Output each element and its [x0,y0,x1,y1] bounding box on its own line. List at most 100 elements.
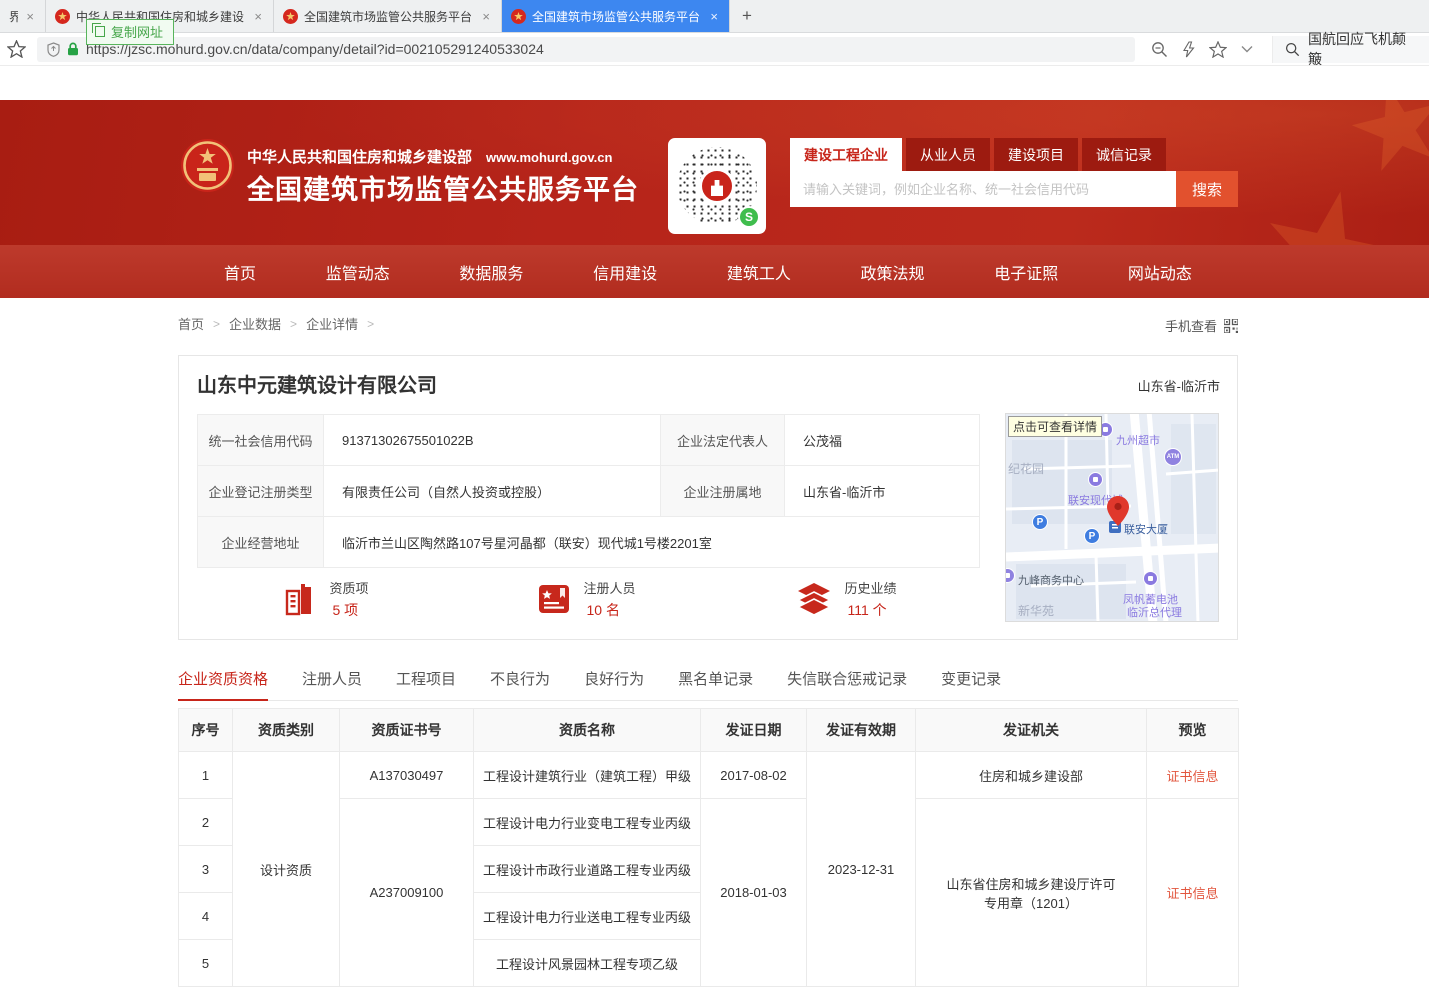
tab-good-behavior[interactable]: 良好行为 [584,668,644,689]
stat-value[interactable]: 111 个 [844,600,896,620]
new-tab-button[interactable]: + [730,0,764,32]
browser-tab-jzsc-1[interactable]: 全国建筑市场监管公共服务平台 × [274,0,502,32]
tab-label: 界 [9,8,18,25]
breadcrumb-company-detail[interactable]: 企业详情 [306,314,358,333]
tab-close-icon[interactable]: × [708,9,720,24]
search-tab-credit[interactable]: 诚信记录 [1082,138,1166,171]
nav-item-home[interactable]: 首页 [224,260,256,284]
stat-history-performance: 历史业绩 111 个 [717,578,977,620]
tab-registered-personnel[interactable]: 注册人员 [302,668,362,689]
tab-close-icon[interactable]: × [252,9,264,24]
field-value: 91371302675501022B [324,415,661,466]
tab-blacklist[interactable]: 黑名单记录 [678,668,753,689]
cell-no: 1 [179,752,233,799]
browser-tab-jzsc-active[interactable]: 全国建筑市场监管公共服务平台 × [502,0,730,32]
copy-tooltip-label: 复制网址 [111,22,163,41]
site-header: 中华人民共和国住房和城乡建设部 www.mohurd.gov.cn 全国建筑市场… [0,100,1429,245]
url-bar[interactable]: https://jzsc.mohurd.gov.cn/data/company/… [37,37,1135,62]
col-header-authority: 发证机关 [916,709,1147,752]
breadcrumb-company-data[interactable]: 企业数据 [229,314,281,333]
cell-qual-name: 工程设计风景园林工程专项乙级 [474,940,701,987]
personnel-book-icon [538,584,570,614]
https-lock-icon [67,42,79,56]
tab-bad-behavior[interactable]: 不良行为 [490,668,550,689]
map-label-xinhua: 新华苑 [1018,602,1054,619]
map-poi-marker [1143,571,1158,586]
field-value: 公茂福 [785,415,980,466]
company-location-map[interactable]: 点击可查看详情 九州超市 ATM 纪花园 联安现代城 联安大厦 P P 九峰商务… [1005,413,1219,622]
search-tab-project[interactable]: 建设项目 [994,138,1078,171]
keyword-search-input[interactable] [790,171,1176,207]
map-label-supermarket: 九州超市 [1116,432,1160,448]
qualification-table: 序号 资质类别 资质证书号 资质名称 发证日期 发证有效期 发证机关 预览 1 … [178,708,1239,987]
certificate-info-link[interactable]: 证书信息 [1166,886,1218,901]
nav-item-data-service[interactable]: 数据服务 [459,260,523,284]
search-tab-enterprise[interactable]: 建设工程企业 [790,138,902,171]
stat-value[interactable]: 5 项 [329,600,368,620]
tab-change-records[interactable]: 变更记录 [941,668,1001,689]
layers-icon [797,583,831,615]
cell-category: 设计资质 [233,752,340,987]
chevron-down-icon[interactable] [1241,45,1253,53]
header-search-module: 建设工程企业 从业人员 建设项目 诚信记录 搜索 [790,138,1238,207]
nav-item-e-license[interactable]: 电子证照 [994,260,1058,284]
mobile-view-link[interactable]: 手机查看 [1165,316,1238,335]
flash-icon[interactable] [1182,41,1195,58]
search-button[interactable]: 搜索 [1176,171,1238,207]
table-row: 1 设计资质 A137030497 工程设计建筑行业（建筑工程）甲级 2017-… [179,752,1239,799]
nav-item-supervision[interactable]: 监管动态 [326,260,390,284]
col-header-issue-date: 发证日期 [701,709,807,752]
cell-issue-date: 2017-08-02 [701,752,807,799]
qr-logo [699,168,735,204]
tab-dishonesty[interactable]: 失信联合惩戒记录 [787,668,907,689]
stat-label: 资质项 [329,578,368,597]
flag-star-decoration [1342,100,1429,184]
company-info-table: 统一社会信用代码 91371302675501022B 企业法定代表人 公茂福 … [197,414,980,568]
company-name: 山东中元建筑设计有限公司 [197,369,437,398]
site-emblem-icon [511,9,526,24]
nav-item-policy[interactable]: 政策法规 [861,260,925,284]
map-atm-marker: ATM [1164,448,1182,466]
search-tab-personnel[interactable]: 从业人员 [906,138,990,171]
nav-item-site-news[interactable]: 网站动态 [1128,260,1192,284]
ministry-url: www.mohurd.gov.cn [486,150,612,165]
cell-authority: 住房和城乡建设部 [916,752,1147,799]
col-header-name: 资质名称 [474,709,701,752]
qr-small-icon [1224,319,1238,333]
field-value: 山东省-临沂市 [785,466,980,517]
stat-value[interactable]: 10 名 [583,600,635,620]
field-label: 企业注册属地 [661,466,785,517]
field-label: 企业登记注册类型 [198,466,324,517]
cell-cert-no: A137030497 [340,752,474,799]
nav-item-credit[interactable]: 信用建设 [593,260,657,284]
tab-close-icon[interactable]: × [24,9,36,24]
favorite-star-icon[interactable] [1209,41,1227,58]
tab-label: 全国建筑市场监管公共服务平台 [304,8,474,25]
table-header-row: 序号 资质类别 资质证书号 资质名称 发证日期 发证有效期 发证机关 预览 [179,709,1239,752]
stat-label: 历史业绩 [844,578,896,597]
tab-close-icon[interactable]: × [480,9,492,24]
mini-program-icon: S [738,206,760,228]
cell-no: 3 [179,846,233,893]
breadcrumb-home[interactable]: 首页 [178,314,204,333]
breadcrumb: 首页 > 企业数据 > 企业详情 > [178,314,374,333]
page-info-shield-icon[interactable] [47,42,60,57]
browser-quick-search[interactable]: 国航回应飞机颠簸 [1272,36,1429,63]
bookmark-star-icon[interactable] [7,40,26,58]
map-label-garden: 纪花园 [1008,460,1044,477]
quick-search-text[interactable]: 国航回应飞机颠簸 [1308,29,1417,69]
cell-validity: 2023-12-31 [807,752,916,987]
tab-projects[interactable]: 工程项目 [396,668,456,689]
field-value: 有限责任公司（自然人投资或控股） [324,466,661,517]
cell-no: 2 [179,799,233,846]
nav-item-workers[interactable]: 建筑工人 [727,260,791,284]
browser-tab-partial[interactable]: 界 × [0,0,46,32]
site-emblem-icon [55,9,70,24]
browser-tabstrip: 界 × 中华人民共和国住房和城乡建设 × 全国建筑市场监管公共服务平台 × 全国… [0,0,1429,33]
tab-qualifications[interactable]: 企业资质资格 [178,668,268,689]
zoom-out-icon[interactable] [1151,41,1168,58]
qr-code: S [668,138,766,234]
certificate-info-link[interactable]: 证书信息 [1166,769,1218,784]
tab-label: 全国建筑市场监管公共服务平台 [532,8,702,25]
copy-icon [95,26,105,37]
